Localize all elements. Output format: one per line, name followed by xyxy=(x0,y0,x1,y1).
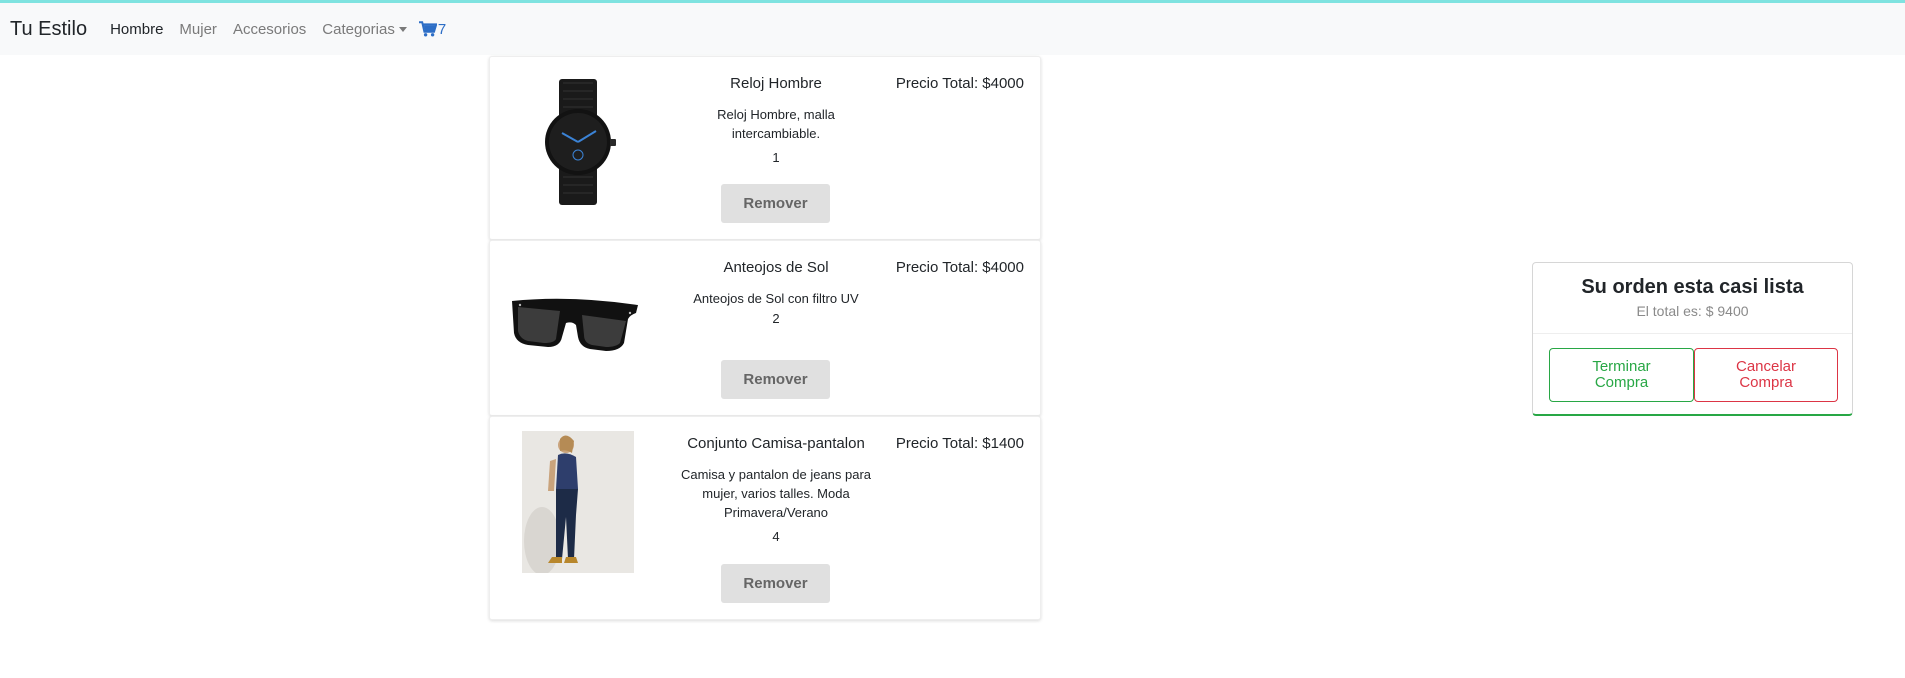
navbar: Tu Estilo Hombre Mujer Accesorios Catego… xyxy=(0,3,1905,55)
product-total-price: Precio Total: $4000 xyxy=(895,75,1024,92)
nav-link-mujer[interactable]: Mujer xyxy=(179,21,217,38)
caret-down-icon xyxy=(398,27,407,33)
product-total-price: Precio Total: $1400 xyxy=(895,435,1024,452)
product-image-sunglasses xyxy=(510,293,642,355)
divider xyxy=(1533,333,1852,334)
nav-dropdown-categorias[interactable]: Categorias xyxy=(322,21,407,38)
order-summary-card: Su orden esta casi lista El total es: $ … xyxy=(1532,262,1853,416)
product-name: Conjunto Camisa-pantalon xyxy=(687,435,865,452)
cart-items-list: Reloj Hombre Reloj Hombre, malla interca… xyxy=(489,56,1041,620)
cancel-purchase-button[interactable]: Cancelar Compra xyxy=(1694,348,1838,402)
product-description: Anteojos de Sol con filtro UV xyxy=(693,291,859,306)
nav-link-accesorios[interactable]: Accesorios xyxy=(233,21,306,38)
product-description: Reloj Hombre, malla intercambiable. xyxy=(717,107,835,141)
cart-item-card: Anteojos de Sol Anteojos de Sol con filt… xyxy=(489,240,1041,416)
product-image-watch xyxy=(538,79,622,205)
remove-button[interactable]: Remover xyxy=(721,564,830,603)
product-quantity: 2 xyxy=(772,311,780,326)
product-quantity: 1 xyxy=(772,150,780,165)
product-quantity: 4 xyxy=(772,529,780,544)
product-name: Reloj Hombre xyxy=(730,75,822,92)
order-total: El total es: $ 9400 xyxy=(1636,303,1749,319)
product-image-outfit xyxy=(522,431,634,575)
shopping-cart-icon xyxy=(418,21,437,37)
brand-logo[interactable]: Tu Estilo xyxy=(10,18,87,41)
remove-button[interactable]: Remover xyxy=(721,184,830,223)
remove-button[interactable]: Remover xyxy=(721,360,830,399)
product-description: Camisa y pantalon de jeans para mujer, v… xyxy=(680,467,872,520)
cart-link[interactable]: 7 xyxy=(418,20,447,38)
product-name: Anteojos de Sol xyxy=(723,259,829,276)
categorias-label: Categorias xyxy=(322,20,395,38)
nav-link-hombre[interactable]: Hombre xyxy=(110,21,163,38)
order-summary-title: Su orden esta casi lista xyxy=(1581,276,1804,298)
finish-purchase-button[interactable]: Terminar Compra xyxy=(1549,348,1694,402)
cart-item-card: Reloj Hombre Reloj Hombre, malla interca… xyxy=(489,56,1041,240)
cart-item-card: Conjunto Camisa-pantalon Camisa y pantal… xyxy=(489,416,1041,620)
product-total-price: Precio Total: $4000 xyxy=(895,259,1024,276)
cart-count: 7 xyxy=(437,20,447,38)
